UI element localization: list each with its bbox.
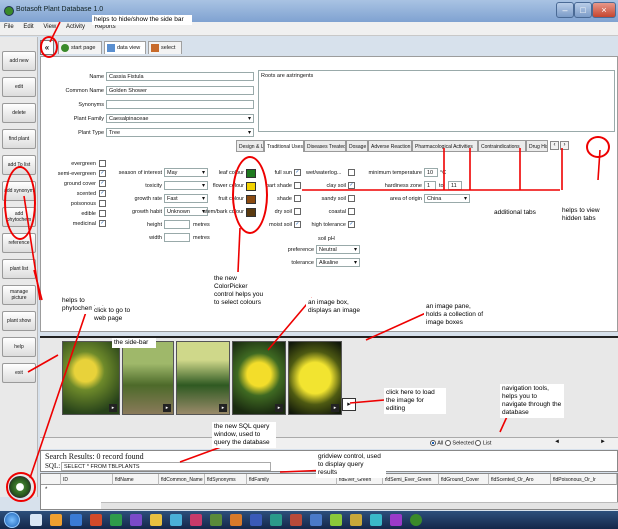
annotation-navigation: navigation tools, helps you to navigate … xyxy=(500,384,564,418)
web-icon-highlight xyxy=(6,472,36,502)
annotation-gridview: gridview control, used to display query … xyxy=(316,452,386,478)
annotation-image-box: an image box, displays an image xyxy=(306,298,364,316)
colorpicker-highlight xyxy=(232,156,268,234)
annotation-side-bar: the side-bar xyxy=(112,338,156,348)
annotation-load-image: click here to load the image for editing xyxy=(384,388,446,414)
hidden-tabs-highlight xyxy=(586,136,610,158)
annotation-layer xyxy=(23,21,601,479)
annotation-web-page: click to go to web page xyxy=(92,306,138,324)
annotation-additional-tabs: additional tabs xyxy=(492,208,540,218)
annotation-image-pane: an image pane, holds a collection of ima… xyxy=(424,302,490,328)
annotation-sql-window: the new SQL query window, used to query … xyxy=(212,422,276,448)
annotation-hidden-tabs: helps to view hidden tabs xyxy=(560,206,616,224)
annotation-hide-show-sidebar: helps to hide/show the side bar xyxy=(92,15,192,25)
collapse-highlight xyxy=(40,36,58,58)
annotation-colorpicker: the new ColorPicker control helps you to… xyxy=(212,274,270,308)
phytochem-highlight xyxy=(4,166,36,240)
